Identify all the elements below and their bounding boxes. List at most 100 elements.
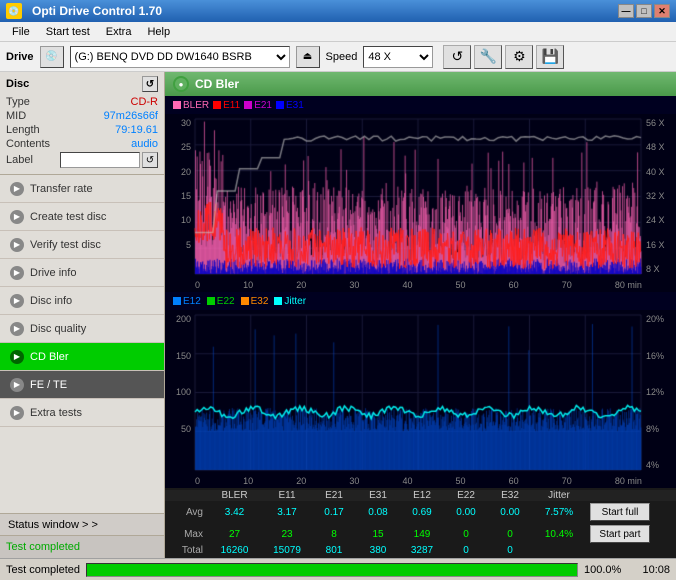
top-chart: 30 25 20 15 10 5 56 X 48 X 40 X 32 X [165, 114, 676, 292]
stats-max-row: Max 27 23 8 15 149 0 0 10.4% Start part [165, 523, 676, 545]
legend-e21: E21 [244, 100, 272, 111]
top-chart-y-axis-right: 56 X 48 X 40 X 32 X 24 X 16 X 8 X [644, 118, 676, 274]
start-part-button[interactable]: Start part [590, 525, 650, 543]
legend-e32: E32 [241, 296, 269, 307]
stat-avg-bler: 3.42 [207, 507, 262, 518]
stat-header-e31: E31 [356, 490, 400, 501]
window-controls: — □ ✕ [618, 4, 670, 18]
chart-icon: ● [173, 76, 189, 92]
mid-key: MID [6, 110, 26, 122]
sidebar-item-disc-info[interactable]: ▶ Disc info [0, 287, 164, 315]
stats-header-row: BLER E11 E21 E31 E12 E22 E32 Jitter [165, 490, 676, 501]
label-input[interactable] [60, 152, 140, 168]
speed-label: Speed [326, 51, 358, 63]
stats-area: BLER E11 E21 E31 E12 E22 E32 Jitter Avg … [165, 488, 676, 558]
sidebar-item-drive-info[interactable]: ▶ Drive info [0, 259, 164, 287]
e11-legend-dot [213, 101, 221, 109]
disc-header-label: Disc [6, 78, 29, 90]
label-key: Label [6, 154, 33, 166]
sidebar-item-cd-bler[interactable]: ▶ CD Bler [0, 343, 164, 371]
minimize-button[interactable]: — [618, 4, 634, 18]
stat-header-e32: E32 [488, 490, 532, 501]
legend-bler: BLER [173, 100, 209, 111]
time-display: 10:08 [630, 564, 670, 576]
type-value: CD-R [131, 96, 159, 108]
legend-jitter: Jitter [274, 296, 306, 307]
bler-legend-dot [173, 101, 181, 109]
type-key: Type [6, 96, 30, 108]
stat-max-e12: 149 [400, 529, 444, 540]
settings-button[interactable]: 🔧 [474, 45, 502, 69]
stat-avg-e32: 0.00 [488, 507, 532, 518]
top-chart-y-axis: 30 25 20 15 10 5 [165, 118, 193, 274]
eject-button[interactable]: ⏏ [296, 46, 320, 68]
menu-extra[interactable]: Extra [98, 24, 140, 40]
left-panel: Disc ↺ Type CD-R MID 97m26s66f Length 79… [0, 72, 165, 558]
bottom-chart: 200 150 100 50 20% 16% 12% 8% 4% [165, 310, 676, 488]
stat-max-jitter: 10.4% [532, 529, 586, 540]
drive-icon-btn[interactable]: 💿 [40, 46, 64, 68]
app-icon: 💿 [6, 3, 22, 19]
extra-tests-icon: ▶ [10, 406, 24, 420]
stat-max-e31: 15 [356, 529, 400, 540]
status-bar: Status window > > Test completed [0, 513, 164, 558]
menubar: File Start test Extra Help [0, 22, 676, 42]
sidebar-item-create-test-disc[interactable]: ▶ Create test disc [0, 203, 164, 231]
save-button[interactable]: 💾 [536, 45, 564, 69]
stat-max-e32: 0 [488, 529, 532, 540]
menu-help[interactable]: Help [139, 24, 178, 40]
bottom-chart-x-axis: 0 10 20 30 40 50 60 70 80 min [195, 476, 642, 486]
stat-header-bler: BLER [207, 490, 262, 501]
stat-header-jitter: Jitter [532, 490, 586, 501]
stat-total-e11: 15079 [262, 545, 312, 556]
stat-avg-e31: 0.08 [356, 507, 400, 518]
right-panel: ● CD Bler BLER E11 E21 [165, 72, 676, 558]
speed-select[interactable]: 48 X [363, 46, 433, 68]
bottom-chart-y-axis-right: 20% 16% 12% 8% 4% [644, 314, 676, 470]
e12-legend-dot [173, 297, 181, 305]
disc-refresh-button[interactable]: ↺ [142, 76, 158, 92]
total-label: Total [165, 545, 207, 556]
disc-quality-icon: ▶ [10, 322, 24, 336]
jitter-legend-dot [274, 297, 282, 305]
sidebar-item-verify-test-disc[interactable]: ▶ Verify test disc [0, 231, 164, 259]
app-title: Opti Drive Control 1.70 [32, 4, 162, 18]
menu-start-test[interactable]: Start test [38, 24, 98, 40]
stats-buttons: Start full [586, 501, 676, 523]
sidebar-item-fe-te[interactable]: ▶ FE / TE [0, 371, 164, 399]
top-chart-canvas [165, 114, 676, 292]
menu-file[interactable]: File [4, 24, 38, 40]
maximize-button[interactable]: □ [636, 4, 652, 18]
sidebar-item-disc-quality[interactable]: ▶ Disc quality [0, 315, 164, 343]
e31-legend-dot [276, 101, 284, 109]
sidebar-item-extra-tests[interactable]: ▶ Extra tests [0, 399, 164, 427]
stat-header-e12: E12 [400, 490, 444, 501]
contents-key: Contents [6, 138, 50, 150]
drive-select[interactable]: (G:) BENQ DVD DD DW1640 BSRB [70, 46, 290, 68]
tools-button[interactable]: ⚙ [505, 45, 533, 69]
label-refresh-btn[interactable]: ↺ [142, 152, 158, 168]
test-completed-label: Test completed [6, 564, 80, 576]
status-window-button[interactable]: Status window > > [0, 514, 164, 536]
stat-max-e21: 8 [312, 529, 356, 540]
top-chart-x-axis: 0 10 20 30 40 50 60 70 80 min [195, 280, 642, 290]
stats-avg-row: Avg 3.42 3.17 0.17 0.08 0.69 0.00 0.00 7… [165, 501, 676, 523]
length-key: Length [6, 124, 40, 136]
e32-legend-dot [241, 297, 249, 305]
contents-value: audio [131, 138, 158, 150]
cd-bler-icon: ▶ [10, 350, 24, 364]
close-button[interactable]: ✕ [654, 4, 670, 18]
bottom-chart-canvas [165, 310, 676, 488]
stat-total-e12: 3287 [400, 545, 444, 556]
left-menu: ▶ Transfer rate ▶ Create test disc ▶ Ver… [0, 175, 164, 513]
sidebar-item-transfer-rate[interactable]: ▶ Transfer rate [0, 175, 164, 203]
status-text: Test completed [0, 536, 164, 558]
chart-title: CD Bler [195, 77, 239, 91]
stat-avg-e12: 0.69 [400, 507, 444, 518]
refresh-button[interactable]: ↺ [443, 45, 471, 69]
drive-info-icon: ▶ [10, 266, 24, 280]
start-full-button[interactable]: Start full [590, 503, 650, 521]
stat-avg-e21: 0.17 [312, 507, 356, 518]
stat-total-e22: 0 [444, 545, 488, 556]
legend-e22: E22 [207, 296, 235, 307]
